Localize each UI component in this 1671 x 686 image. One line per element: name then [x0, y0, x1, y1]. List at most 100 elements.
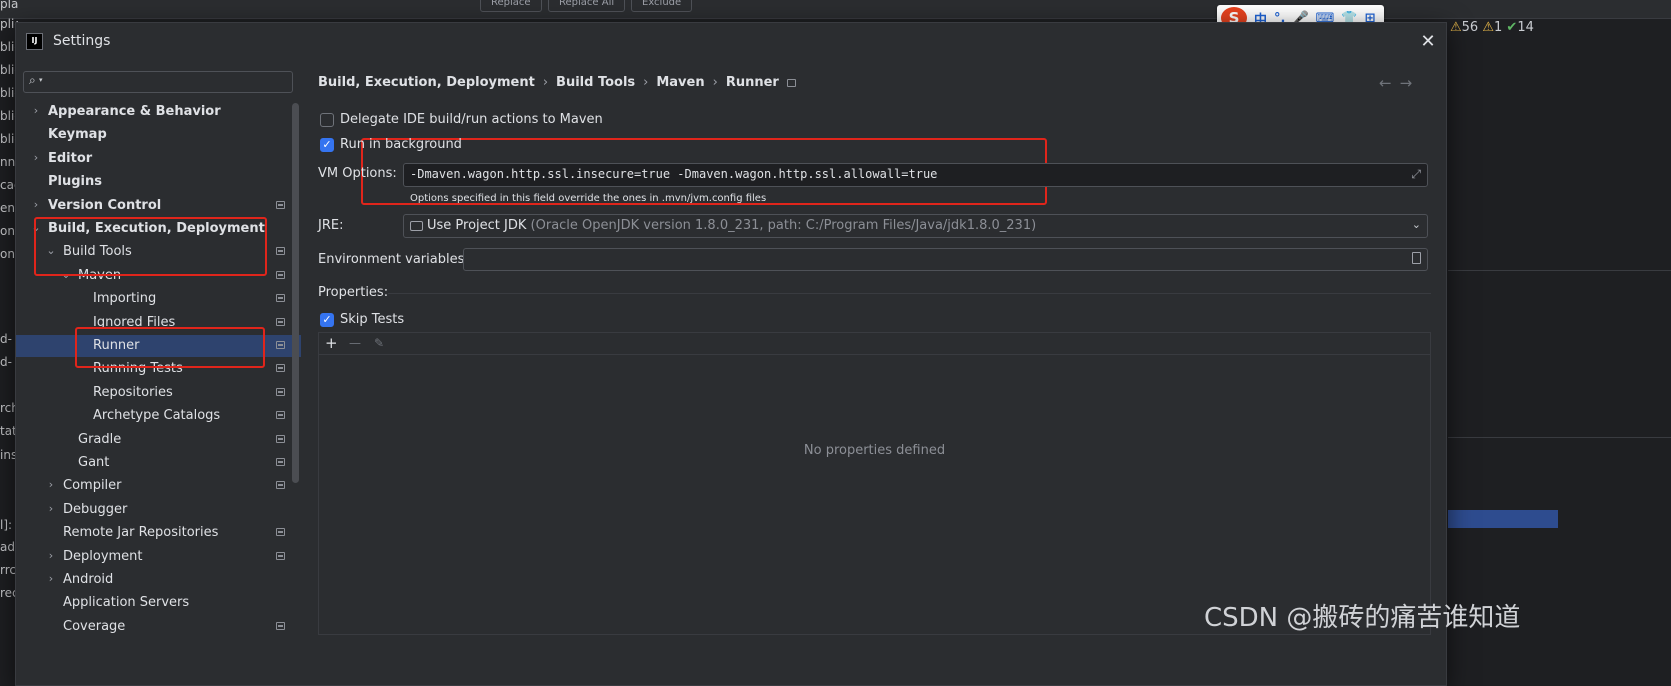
tree-item[interactable]: Plugins [16, 171, 301, 193]
chevron-right-icon[interactable]: › [30, 151, 42, 165]
tree-item[interactable]: ⌄ Build, Execution, Deployment [16, 218, 301, 240]
project-scope-icon [276, 270, 285, 279]
tree-item-label: Ignored Files [93, 314, 176, 330]
close-button[interactable]: ✕ [1416, 30, 1440, 54]
project-scope-icon [276, 364, 285, 373]
tree-item-label: Maven [78, 267, 122, 283]
project-scope-icon [276, 621, 285, 630]
chevron-right-icon[interactable]: › [30, 104, 42, 118]
edit-icon[interactable]: ✎ [374, 335, 384, 351]
tree-item[interactable]: › Deployment [16, 546, 301, 568]
warning-icon: ⚠ [1450, 20, 1462, 35]
tree-item[interactable]: › Appearance & Behavior [16, 101, 301, 123]
ide-find-bar: Replace Replace All Exclude [0, 0, 1671, 19]
breadcrumb: Build, Execution, Deployment › Build Tools… [318, 75, 796, 90]
breadcrumb-item[interactable]: Build, Execution, Deployment [318, 75, 535, 90]
tree-scrollbar[interactable] [292, 103, 299, 483]
env-vars-field[interactable] [463, 248, 1428, 271]
tree-item[interactable]: › Compiler [16, 475, 301, 497]
search-icon: ⌕ [29, 73, 36, 87]
chevron-right-icon[interactable]: › [30, 198, 42, 212]
tree-item-label: Android [63, 572, 114, 587]
inspection-status[interactable]: ⚠56 ⚠1 ✔14 [1450, 20, 1534, 35]
tree-item[interactable]: Coverage [16, 616, 301, 638]
folder-icon [410, 221, 423, 231]
project-scope-icon [276, 411, 285, 420]
search-input[interactable] [50, 73, 285, 91]
tree-item[interactable]: › Android [16, 569, 301, 591]
tree-item-label: Gant [78, 455, 110, 470]
vm-options-field[interactable]: -Dmaven.wagon.http.ssl.insecure=true -Dm… [403, 163, 1428, 187]
tree-item-label: Runner [93, 338, 140, 353]
remove-icon[interactable]: — [349, 335, 361, 351]
project-scope-icon [276, 481, 285, 490]
tree-item[interactable]: › Version Control [16, 195, 301, 217]
dialog-title: Settings [53, 33, 111, 49]
tree-item[interactable]: Remote Jar Repositories [16, 522, 301, 544]
tree-item[interactable]: Gradle [16, 429, 301, 451]
vm-options-hint: Options specified in this field override… [410, 193, 767, 204]
delegate-label: Delegate IDE build/run actions to Maven [340, 112, 603, 127]
settings-dialog: IJ Settings ✕ ⌕ ▾ › Appearance & Behavior… [15, 22, 1447, 686]
project-scope-icon [276, 528, 285, 537]
tree-item[interactable]: › Debugger [16, 499, 301, 521]
chevron-down-icon[interactable]: ⌄ [45, 244, 57, 258]
check-icon: ✔ [1506, 20, 1518, 35]
breadcrumb-item: Runner [725, 75, 779, 90]
forward-arrow-icon[interactable]: → [1400, 74, 1421, 92]
tree-item-label: Archetype Catalogs [93, 408, 221, 424]
run-in-background-checkbox[interactable]: ✓ [320, 138, 334, 152]
tree-item[interactable]: ⌄ Build Tools [16, 241, 301, 263]
dialog-titlebar[interactable]: IJ Settings ✕ [16, 23, 1446, 59]
chevron-down-icon[interactable]: ⌄ [30, 221, 42, 235]
ide-divider [1448, 437, 1671, 438]
skip-tests-label: Skip Tests [340, 312, 405, 327]
tree-item-label: Application Servers [63, 595, 190, 611]
tree-item[interactable]: ⌄ Maven [16, 265, 301, 287]
tree-item[interactable]: Gant [16, 452, 301, 474]
breadcrumb-item[interactable]: Build Tools [556, 75, 635, 90]
empty-state-text: No properties defined [803, 443, 946, 458]
settings-search[interactable]: ⌕ ▾ [23, 71, 293, 93]
tree-item-label: Build Tools [63, 244, 132, 260]
tree-item[interactable]: › Editor [16, 148, 301, 170]
project-scope-icon [276, 458, 285, 466]
tree-item-label: Repositories [93, 384, 173, 400]
tree-item[interactable]: Running Tests [16, 358, 301, 380]
tree-item[interactable]: Runner [16, 335, 301, 357]
skip-tests-checkbox[interactable]: ✓ [320, 313, 334, 327]
breadcrumb-item[interactable]: Maven [656, 75, 704, 90]
jre-detail: (Oracle OpenJDK version 1.8.0_231, path:… [530, 218, 1037, 233]
tree-item-label: Coverage [63, 618, 126, 634]
chevron-down-icon[interactable]: ⌄ [1412, 218, 1421, 231]
project-scope-icon [276, 387, 285, 396]
ok-count: 14 [1517, 20, 1534, 35]
tree-item[interactable]: Ignored Files [16, 312, 301, 334]
chevron-right-icon[interactable]: › [45, 502, 57, 516]
tree-item[interactable]: Importing [16, 288, 301, 310]
delegate-checkbox[interactable] [320, 113, 334, 127]
back-arrow-icon[interactable]: ← [1379, 74, 1400, 92]
chevron-right-icon[interactable]: › [45, 478, 57, 492]
add-icon[interactable]: + [325, 335, 338, 351]
tree-item-label: Remote Jar Repositories [63, 525, 219, 541]
chevron-down-icon[interactable]: ⌄ [60, 268, 72, 282]
exclude-button[interactable]: Exclude [631, 0, 693, 12]
replace-all-button[interactable]: Replace All [548, 0, 626, 12]
project-scope-icon [276, 294, 285, 303]
tree-item-label: Deployment [63, 548, 143, 564]
project-scope-icon [276, 247, 285, 256]
tree-item[interactable]: Application Servers [16, 592, 301, 614]
ide-selected-line [1448, 510, 1558, 528]
document-icon[interactable] [1412, 252, 1421, 264]
replace-button[interactable]: Replace [480, 0, 542, 12]
tree-item[interactable]: Repositories [16, 382, 301, 404]
project-scope-icon [276, 434, 285, 443]
expand-icon[interactable]: ⤢ [1411, 167, 1421, 182]
chevron-right-icon[interactable]: › [45, 549, 57, 563]
jre-select[interactable]: Use Project JDK (Oracle OpenJDK version … [403, 214, 1428, 238]
tree-item[interactable]: Keymap [16, 124, 301, 146]
tree-item[interactable]: Archetype Catalogs [16, 405, 301, 427]
ide-project-fragment: plates [0, 0, 18, 11]
chevron-right-icon[interactable]: › [45, 572, 57, 586]
